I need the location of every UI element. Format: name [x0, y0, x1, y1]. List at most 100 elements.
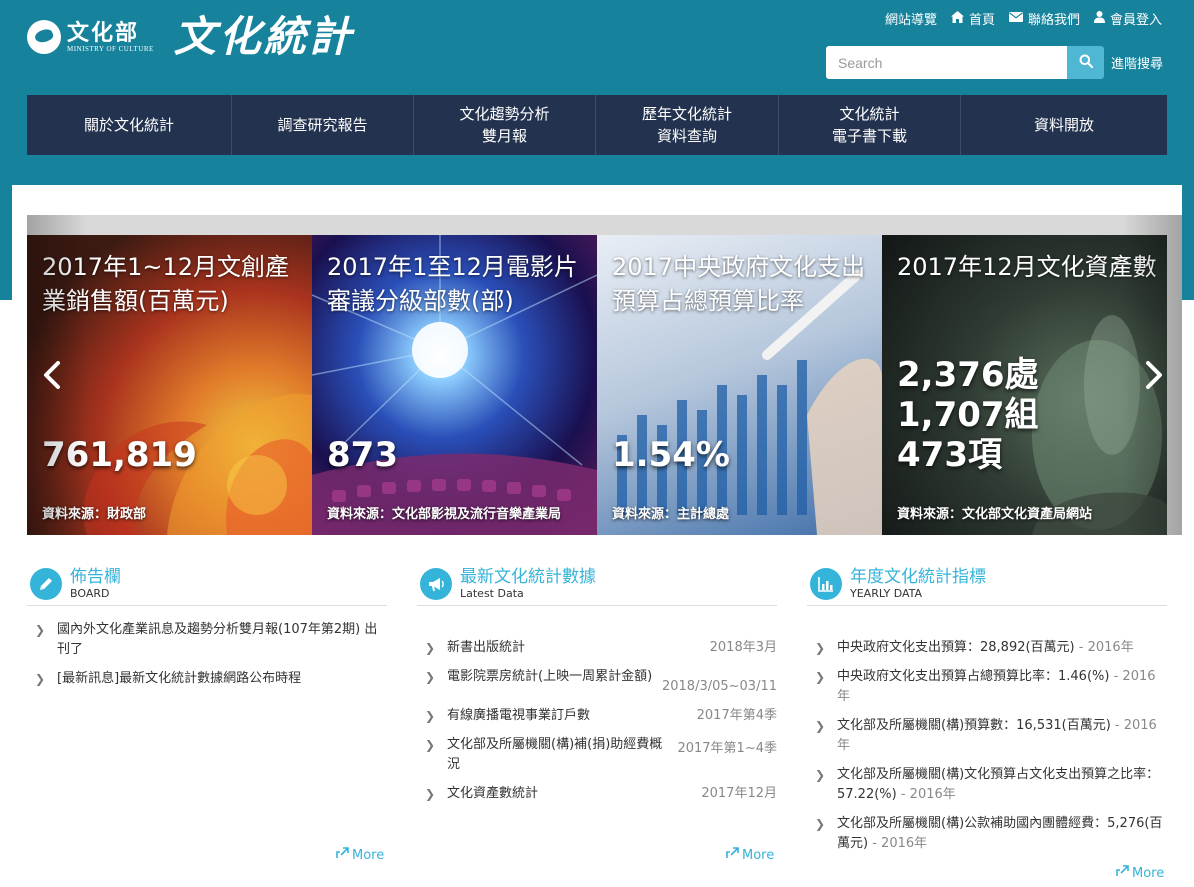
- yearly-title: 年度文化統計指標: [850, 567, 986, 587]
- home-label: 首頁: [968, 13, 995, 28]
- list-item-date: 2017年12月: [701, 786, 777, 801]
- contact-link[interactable]: 聯絡我們: [1008, 9, 1080, 28]
- yearly-data-panel: 年度文化統計指標 YEARLY DATA ❯ 中央政府文化支出預算：28,892…: [807, 563, 1167, 881]
- list-item-text: 新書出版統計: [447, 640, 526, 655]
- latest-subtitle: Latest Data: [460, 587, 524, 600]
- chevron-right-icon: ❯: [815, 768, 826, 782]
- nav-item-open-data[interactable]: 資料開放: [961, 95, 1167, 155]
- slider-prev-button[interactable]: [39, 361, 65, 392]
- chevron-right-icon: ❯: [425, 709, 436, 723]
- slide-value: 1.54%: [612, 435, 730, 475]
- latest-panel-header: 最新文化統計數據 Latest Data: [417, 563, 777, 606]
- list-item-date: 2018/3/05~03/11: [661, 679, 777, 694]
- list-item-text: 文化部及所屬機關(構)預算數：16,531(百萬元): [837, 718, 1111, 733]
- slide-source: 資料來源：主計總處: [612, 507, 730, 522]
- list-item[interactable]: ❯ 文化資產數統計 2017年12月: [417, 784, 777, 804]
- user-icon: [1093, 10, 1105, 27]
- list-item-date: 2018年3月: [709, 640, 777, 655]
- list-item[interactable]: ❯ 文化部及所屬機關(構)文化預算占文化支出預算之比率：57.22(%) - 2…: [807, 765, 1167, 805]
- chevron-right-icon: [1144, 361, 1164, 393]
- list-item[interactable]: ❯ 電影院票房統計(上映一周累計金額) 2018/3/05~03/11: [417, 667, 777, 697]
- ministry-emblem-icon: [27, 20, 61, 54]
- slide-title: 2017年1~12月文創產業銷售額(百萬元): [42, 253, 289, 315]
- slider-next-button[interactable]: [1141, 361, 1167, 393]
- advanced-search-link[interactable]: 進階搜尋: [1111, 53, 1163, 72]
- list-item-entry: 文化部及所屬機關(構)預算數：16,531(百萬元) - 2016年: [837, 716, 1167, 756]
- list-item-date: 2017年第4季: [696, 708, 777, 723]
- board-subtitle: BOARD: [70, 587, 110, 600]
- chevron-right-icon: ❯: [815, 817, 826, 831]
- home-link[interactable]: 首頁: [950, 9, 995, 28]
- list-item[interactable]: ❯ 新書出版統計 2018年3月: [417, 638, 777, 658]
- list-item[interactable]: ❯ 中央政府文化支出預算占總預算比率：1.46(%) - 2016年: [807, 667, 1167, 707]
- login-link[interactable]: 會員登入: [1093, 9, 1162, 28]
- search-button[interactable]: [1067, 46, 1104, 79]
- stats-slider: 2017年1~12月文創產業銷售額(百萬元) 761,819 資料來源：財政部 …: [27, 215, 1182, 535]
- login-label: 會員登入: [1109, 13, 1162, 28]
- nav-item-trend-analysis[interactable]: 文化趨勢分析 雙月報: [414, 95, 596, 155]
- list-item-entry: 中央政府文化支出預算：28,892(百萬元) - 2016年: [837, 638, 1167, 658]
- list-item[interactable]: ❯ 文化部及所屬機關(構)預算數：16,531(百萬元) - 2016年: [807, 716, 1167, 756]
- list-item[interactable]: ❯ [最新訊息]最新文化統計數據網路公布時程: [27, 669, 387, 689]
- yearly-more-link[interactable]: More: [1116, 865, 1164, 881]
- list-item-text: 文化部及所屬機關(構)補(捐)助經費概況: [447, 737, 663, 772]
- list-item-text: 文化資產數統計: [447, 786, 539, 801]
- list-item[interactable]: ❯ 文化部及所屬機關(構)公款補助國內團體經費：5,276(百萬元) - 201…: [807, 814, 1167, 854]
- list-item-text: 中央政府文化支出預算：28,892(百萬元): [837, 640, 1075, 655]
- slide-value: 761,819: [42, 435, 197, 475]
- chevron-right-icon: ❯: [815, 641, 826, 655]
- main-nav: 關於文化統計 調查研究報告 文化趨勢分析 雙月報 歷年文化統計 資料查詢 文化統…: [27, 95, 1167, 155]
- ministry-name-cn: 文化部: [67, 19, 140, 46]
- chevron-right-icon: ❯: [425, 738, 436, 752]
- board-list: ❯ 國內外文化產業訊息及趨勢分析雙月報(107年第2期) 出刊了 ❯ [最新訊息…: [27, 620, 387, 689]
- site-title: 文化統計: [173, 12, 354, 61]
- more-label: More: [742, 847, 775, 863]
- list-item-entry: 中央政府文化支出預算占總預算比率：1.46(%) - 2016年: [837, 667, 1167, 707]
- list-item-year: - 2016年: [1078, 640, 1134, 655]
- nav-item-research-reports[interactable]: 調查研究報告: [232, 95, 414, 155]
- list-item[interactable]: ❯ 中央政府文化支出預算：28,892(百萬元) - 2016年: [807, 638, 1167, 658]
- list-item[interactable]: ❯ 國內外文化產業訊息及趨勢分析雙月報(107年第2期) 出刊了: [27, 620, 387, 660]
- contact-label: 聯絡我們: [1027, 13, 1080, 28]
- latest-more-link[interactable]: More: [726, 847, 774, 863]
- more-label: More: [1132, 865, 1165, 881]
- latest-data-panel: 最新文化統計數據 Latest Data ❯ 新書出版統計 2018年3月 ❯ …: [417, 563, 777, 863]
- yearly-title-group: 年度文化統計指標 YEARLY DATA: [850, 567, 986, 601]
- slide[interactable]: 2017年1至12月電影片審議分級部數(部) 873 資料來源：文化部影視及流行…: [312, 235, 597, 535]
- more-label: More: [352, 847, 385, 863]
- board-panel: 佈告欄 BOARD ❯ 國內外文化產業訊息及趨勢分析雙月報(107年第2期) 出…: [27, 563, 387, 863]
- list-item-text: 中央政府文化支出預算占總預算比率：1.46(%): [837, 669, 1110, 684]
- list-item-entry: 文化部及所屬機關(構)文化預算占文化支出預算之比率：57.22(%) - 201…: [837, 765, 1167, 805]
- ministry-name: 文化部 MINISTRY OF CULTURE: [67, 21, 154, 54]
- search-bar: 進階搜尋: [826, 46, 1163, 79]
- share-icon: [726, 847, 739, 863]
- share-icon: [336, 847, 349, 863]
- latest-title: 最新文化統計數據: [460, 567, 596, 587]
- nav-item-historical-query[interactable]: 歷年文化統計 資料查詢: [596, 95, 779, 155]
- list-item-year: - 2016年: [900, 787, 956, 802]
- slide-title: 2017年1至12月電影片審議分級部數(部): [327, 253, 578, 315]
- list-item-text: 有線廣播電視事業訂戶數: [447, 708, 591, 723]
- latest-title-group: 最新文化統計數據 Latest Data: [460, 567, 596, 601]
- slide[interactable]: 2017中央政府文化支出預算占總預算比率 1.54% 資料來源：主計總處: [597, 235, 882, 535]
- sitemap-link[interactable]: 網站導覽: [885, 9, 937, 28]
- board-more-link[interactable]: More: [336, 847, 384, 863]
- pencil-icon: [30, 568, 62, 600]
- list-item-text: 電影院票房統計(上映一周累計金額): [447, 669, 653, 684]
- site-logo[interactable]: 文化部 MINISTRY OF CULTURE 文化統計: [27, 14, 354, 60]
- slide[interactable]: 2017年1~12月文創產業銷售額(百萬元) 761,819 資料來源：財政部: [27, 235, 312, 535]
- ministry-name-en: MINISTRY OF CULTURE: [67, 44, 154, 53]
- chevron-right-icon: ❯: [35, 672, 46, 686]
- slide[interactable]: 2017年12月文化資產數 2,376處 1,707組 473項 資料來源：文化…: [882, 235, 1167, 535]
- board-panel-header: 佈告欄 BOARD: [27, 563, 387, 606]
- slide-value: 2,376處 1,707組 473項: [897, 355, 1039, 475]
- list-item[interactable]: ❯ 文化部及所屬機關(構)補(捐)助經費概況 2017年第1~4季: [417, 735, 777, 775]
- yearly-subtitle: YEARLY DATA: [850, 587, 923, 600]
- nav-item-ebook-download[interactable]: 文化統計 電子書下載: [779, 95, 961, 155]
- envelope-icon: [1008, 11, 1023, 26]
- list-item[interactable]: ❯ 有線廣播電視事業訂戶數 2017年第4季: [417, 706, 777, 726]
- search-input[interactable]: [826, 46, 1067, 79]
- latest-list: ❯ 新書出版統計 2018年3月 ❯ 電影院票房統計(上映一周累計金額) 201…: [417, 638, 777, 804]
- chevron-right-icon: ❯: [815, 670, 826, 684]
- nav-item-about[interactable]: 關於文化統計: [27, 95, 232, 155]
